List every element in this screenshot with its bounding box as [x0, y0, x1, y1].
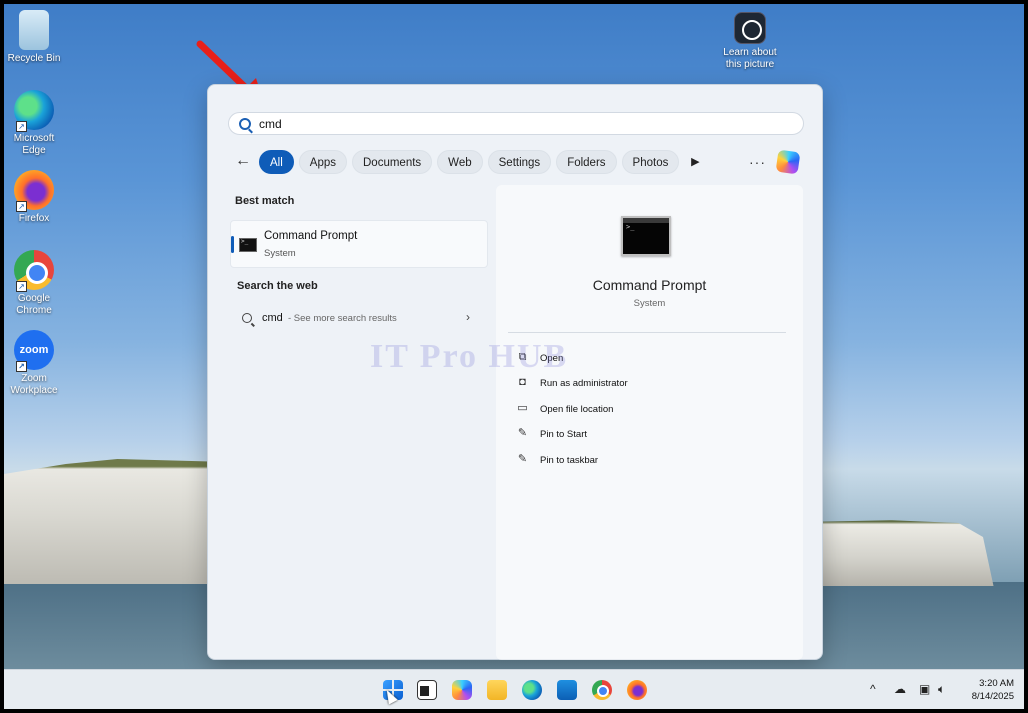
divider — [508, 332, 786, 333]
shortcut-arrow-icon: ↗ — [16, 281, 27, 292]
pin-icon: ✎ — [517, 427, 528, 439]
clock-time: 3:20 AM — [979, 678, 1014, 689]
network-icon[interactable]: ▣ — [919, 682, 930, 696]
chrome-icon: ↗ — [14, 250, 54, 292]
preview-pane: Command Prompt System ⧉ Open ◘ Run as ad… — [496, 185, 803, 660]
command-prompt-icon — [239, 238, 257, 252]
pin-icon: ✎ — [517, 453, 528, 465]
zoom-icon: zoom ↗ — [14, 330, 54, 372]
desktop-icon-label: Recycle Bin — [7, 53, 61, 64]
search-input[interactable] — [259, 116, 759, 131]
back-arrow-icon[interactable]: ← — [232, 151, 254, 173]
desktop-icon-label: Microsoft Edge — [13, 133, 55, 156]
desktop-icon-firefox[interactable]: ↗ Firefox — [4, 170, 64, 225]
web-hint: - See more search results — [288, 313, 397, 324]
search-icon — [239, 117, 251, 130]
best-match-type: System — [264, 248, 296, 259]
preview-app-type: System — [633, 298, 666, 309]
selection-accent — [231, 236, 234, 253]
web-search-item[interactable]: cmd - See more search results › — [230, 307, 488, 331]
cliff-left — [4, 459, 210, 584]
best-match-name: Command Prompt — [264, 230, 358, 242]
firefox-icon: ↗ — [14, 170, 54, 212]
shortcut-arrow-icon: ↗ — [16, 121, 27, 132]
task-view-icon[interactable] — [417, 680, 437, 700]
tab-apps[interactable]: Apps — [298, 150, 347, 174]
desktop-icon-label: Learn about this picture — [723, 47, 777, 70]
firefox-icon[interactable] — [627, 680, 647, 700]
copilot-icon[interactable] — [775, 149, 801, 175]
action-label: Pin to Start — [540, 429, 587, 440]
desktop-icon-label: Zoom Workplace — [10, 373, 58, 396]
preview-app-name: Command Prompt — [592, 277, 707, 293]
volume-icon[interactable]: 🔈︎ — [938, 682, 945, 697]
best-match-item[interactable]: Command Prompt System — [230, 220, 488, 268]
more-options-icon[interactable]: ··· — [749, 154, 766, 170]
web-query: cmd — [262, 312, 283, 324]
tab-documents[interactable]: Documents — [352, 150, 433, 174]
tab-folders[interactable]: Folders — [556, 150, 617, 174]
clock-date: 8/14/2025 — [971, 691, 1014, 702]
clock[interactable]: 3:20 AM 8/14/2025 — [962, 677, 1014, 703]
action-label: Run as administrator — [540, 378, 628, 389]
edge-icon: ↗ — [14, 90, 54, 132]
chevron-right-icon: › — [466, 310, 470, 324]
desktop-icon-recycle-bin[interactable]: Recycle Bin — [4, 10, 64, 65]
tab-web[interactable]: Web — [437, 150, 483, 174]
file-explorer-icon[interactable] — [487, 680, 507, 700]
shortcut-arrow-icon: ↗ — [16, 201, 27, 212]
search-bar[interactable] — [228, 112, 804, 135]
cliff-right — [822, 520, 994, 586]
desktop-icon-learn-about-picture[interactable]: Learn about this picture — [718, 12, 782, 71]
action-label: Pin to taskbar — [540, 455, 599, 466]
tab-photos[interactable]: Photos — [621, 150, 680, 174]
microsoft-store-icon[interactable] — [557, 680, 577, 700]
search-web-heading: Search the web — [237, 280, 318, 292]
best-match-heading: Best match — [235, 195, 295, 207]
zoom-glyph: zoom — [19, 344, 49, 356]
filter-tabs: ← All Apps Documents Web Settings Folder… — [232, 150, 706, 174]
shortcut-arrow-icon: ↗ — [16, 361, 27, 372]
desktop-icon-label: Firefox — [18, 213, 50, 224]
shield-admin-icon: ◘ — [519, 376, 526, 388]
tab-settings[interactable]: Settings — [487, 150, 552, 174]
camera-lens-icon — [734, 12, 766, 44]
desktop-icon-zoom[interactable]: zoom ↗ Zoom Workplace — [4, 330, 64, 397]
folder-icon: ▭ — [517, 402, 528, 414]
taskbar: ^ ☁ ▣ 🔈︎ 3:20 AM 8/14/2025 — [4, 669, 1024, 709]
desktop-icon-edge[interactable]: ↗ Microsoft Edge — [4, 90, 64, 157]
tab-all[interactable]: All — [259, 150, 294, 174]
desktop-icon-chrome[interactable]: ↗ Google Chrome — [4, 250, 64, 317]
desktop-icon-label: Google Chrome — [16, 293, 52, 316]
chrome-icon[interactable] — [592, 680, 612, 700]
play-more-icon[interactable]: ▶ — [684, 150, 706, 174]
copilot-icon[interactable] — [452, 680, 472, 700]
cloud-offline-icon[interactable]: ☁ — [894, 682, 906, 696]
search-icon — [242, 313, 252, 323]
chevron-up-icon[interactable]: ^ — [870, 682, 876, 696]
command-prompt-large-icon — [621, 216, 671, 256]
action-label: Open file location — [540, 404, 614, 415]
watermark: IT Pro HUB — [370, 338, 569, 375]
recycle-bin-icon — [19, 10, 49, 50]
edge-icon[interactable] — [522, 680, 542, 700]
